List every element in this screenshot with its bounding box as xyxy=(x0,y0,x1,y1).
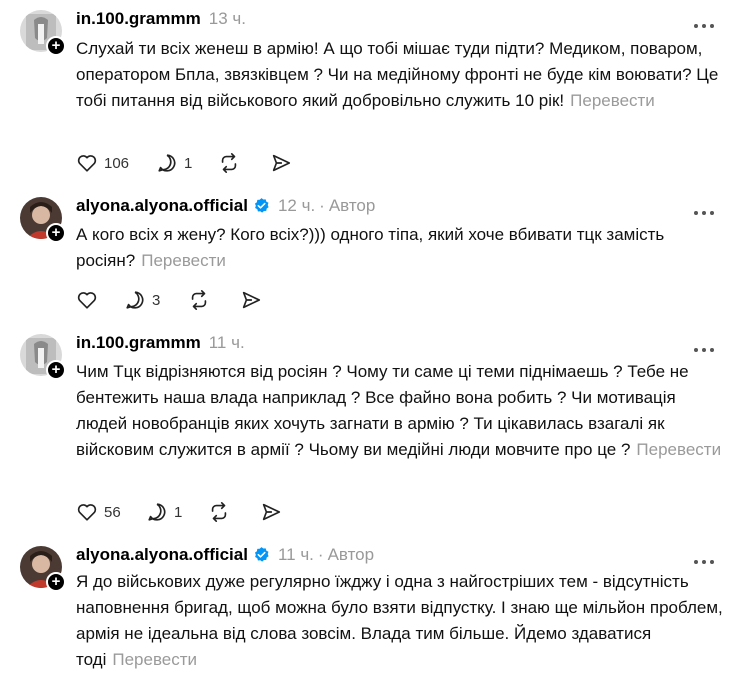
repost-button[interactable] xyxy=(188,286,210,314)
reply-count: 3 xyxy=(152,291,161,309)
translate-link[interactable]: Перевести xyxy=(141,251,226,270)
reply-text-block: Я до військових дуже регулярно їжджу і о… xyxy=(76,569,726,673)
avatar[interactable]: + xyxy=(20,546,66,592)
repost-icon xyxy=(211,502,227,522)
repost-icon xyxy=(221,153,237,173)
translate-link[interactable]: Перевести xyxy=(112,650,197,669)
share-icon xyxy=(262,503,281,521)
translate-link[interactable]: Перевести xyxy=(570,91,655,110)
reply-header: alyona.alyona.official 11 ч. · Автор xyxy=(76,544,374,566)
repost-button[interactable] xyxy=(208,498,230,526)
comment-icon xyxy=(126,291,144,309)
username[interactable]: alyona.alyona.official xyxy=(76,545,248,564)
reply-header: in.100.grammm 11 ч. xyxy=(76,332,245,354)
share-button[interactable] xyxy=(270,149,292,177)
follow-plus-icon[interactable]: + xyxy=(46,572,66,592)
like-count: 56 xyxy=(104,503,121,521)
repost-button[interactable] xyxy=(218,149,240,177)
reply-button[interactable]: 1 xyxy=(156,149,192,177)
timestamp[interactable]: 11 ч. xyxy=(209,333,245,352)
username[interactable]: alyona.alyona.official xyxy=(76,196,248,215)
reply-header: in.100.grammm 13 ч. xyxy=(76,8,246,30)
reply-count: 1 xyxy=(174,503,183,521)
like-button[interactable] xyxy=(76,286,104,314)
translate-link[interactable]: Перевести xyxy=(636,440,721,459)
verified-icon xyxy=(254,198,269,213)
share-icon xyxy=(272,154,291,172)
comment-icon xyxy=(148,503,166,521)
heart-icon xyxy=(77,155,97,172)
reply-count: 1 xyxy=(184,154,193,172)
follow-plus-icon[interactable]: + xyxy=(46,36,66,56)
reply-header: alyona.alyona.official 12 ч. · Автор xyxy=(76,195,375,217)
avatar[interactable]: + xyxy=(20,197,66,243)
timestamp[interactable]: 13 ч. xyxy=(209,9,246,28)
timestamp[interactable]: 11 ч. xyxy=(278,545,314,564)
separator-dot: · xyxy=(319,196,325,215)
reply-text: Чим Тцк відрізняются від росіян ? Чому т… xyxy=(76,362,689,459)
share-button[interactable] xyxy=(260,498,282,526)
comment-icon xyxy=(158,154,176,172)
reply-button[interactable]: 1 xyxy=(146,498,182,526)
heart-icon xyxy=(77,504,97,521)
like-count: 106 xyxy=(104,154,130,172)
username[interactable]: in.100.grammm xyxy=(76,333,201,352)
verified-icon xyxy=(254,547,269,562)
avatar[interactable]: + xyxy=(20,334,66,380)
author-badge: Автор xyxy=(328,196,376,215)
more-icon[interactable] xyxy=(694,339,722,353)
reply-button[interactable]: 3 xyxy=(124,286,160,314)
reply-text-block: Чим Тцк відрізняются від росіян ? Чому т… xyxy=(76,359,726,463)
like-button[interactable]: 56 xyxy=(76,498,121,526)
separator-dot: · xyxy=(317,545,324,564)
share-icon xyxy=(242,291,261,309)
follow-plus-icon[interactable]: + xyxy=(46,360,66,380)
reply-text-block: Слухай ти всіх женеш в армію! А що тобі … xyxy=(76,36,726,114)
more-icon[interactable] xyxy=(694,551,722,565)
author-badge: Автор xyxy=(327,545,375,564)
timestamp[interactable]: 12 ч. xyxy=(278,196,315,215)
more-icon[interactable] xyxy=(694,15,722,29)
repost-icon xyxy=(191,290,207,310)
username[interactable]: in.100.grammm xyxy=(76,9,201,28)
heart-icon xyxy=(77,292,97,309)
share-button[interactable] xyxy=(240,286,262,314)
follow-plus-icon[interactable]: + xyxy=(46,223,66,243)
avatar[interactable]: + xyxy=(20,10,66,56)
reply-text-block: А кого всіх я жену? Кого всіх?))) одного… xyxy=(76,222,726,274)
like-button[interactable]: 106 xyxy=(76,149,129,177)
more-icon[interactable] xyxy=(694,202,722,216)
